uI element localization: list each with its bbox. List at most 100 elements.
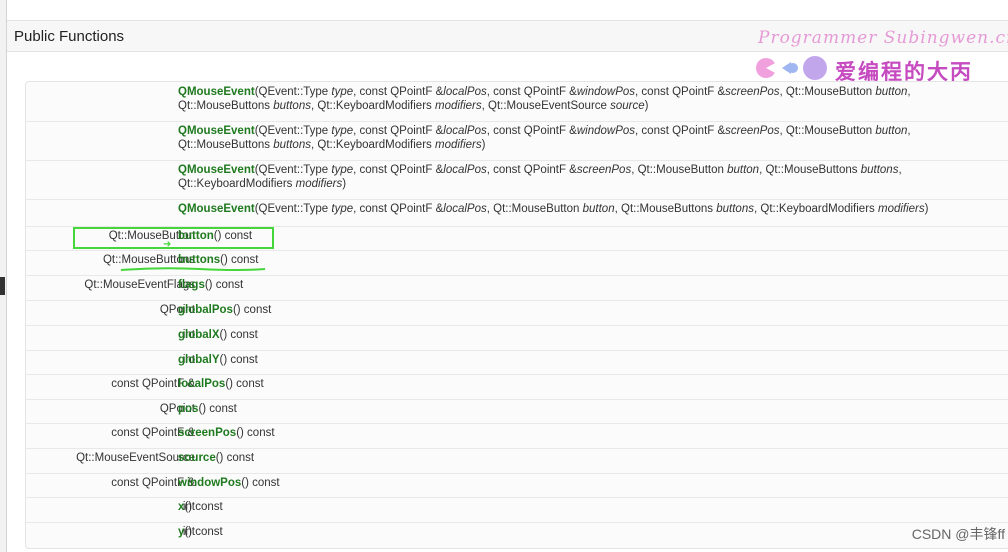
parameter-name: buttons	[860, 164, 899, 176]
signature-text: , Qt::MouseButton	[486, 203, 583, 215]
highlight-underline	[120, 267, 266, 271]
function-signature: x() const	[178, 500, 1002, 514]
signature-text: , const QPointF &	[353, 86, 444, 98]
watermark-logo-icon	[756, 56, 827, 80]
function-signature: globalY() const	[178, 353, 1002, 367]
parameter-name: type	[331, 203, 354, 215]
table-row: QMouseEvent(QEvent::Type type, const QPo…	[26, 82, 1008, 122]
signature-text: , Qt::MouseButton	[779, 125, 876, 137]
signature-text: , const QPointF &	[635, 86, 726, 98]
parameter-name: windowPos	[576, 86, 636, 98]
parameter-name: type	[331, 125, 354, 137]
highlight-arrow-icon: ➜	[163, 239, 172, 250]
parameter-name: modifiers	[434, 139, 482, 151]
signature-text: () const	[241, 477, 280, 489]
function-signature: source() const	[178, 451, 1002, 465]
parameter-name: type	[331, 86, 354, 98]
parameter-name: screenPos	[725, 86, 780, 98]
signature-text: () const	[225, 378, 264, 390]
function-link[interactable]: QMouseEvent	[178, 164, 255, 176]
parameter-name: modifiers	[295, 178, 343, 190]
function-link[interactable]: windowPos	[178, 477, 241, 489]
function-signature: QMouseEvent(QEvent::Type type, const QPo…	[178, 163, 1002, 191]
table-row: int y() const	[26, 522, 1008, 546]
function-link[interactable]: pos	[178, 403, 198, 415]
table-row: QMouseEvent(QEvent::Type type, const QPo…	[26, 121, 1008, 161]
function-link[interactable]: globalX	[178, 329, 220, 341]
function-link[interactable]: screenPos	[178, 427, 236, 439]
function-signature: QMouseEvent(QEvent::Type type, const QPo…	[178, 202, 1002, 216]
function-link[interactable]: QMouseEvent	[178, 86, 255, 98]
signature-text: () const	[219, 329, 258, 341]
function-signature: screenPos() const	[178, 426, 1002, 440]
signature-text: () const	[184, 526, 223, 538]
function-link[interactable]: QMouseEvent	[178, 203, 255, 215]
table-row: int globalY() const	[26, 350, 1008, 375]
signature-text: (QEvent::Type	[254, 164, 332, 176]
function-signature: pos() const	[178, 402, 1002, 416]
signature-text: (QEvent::Type	[254, 125, 332, 137]
signature-text: )	[481, 139, 486, 151]
signature-text: , Qt::KeyboardModifiers	[753, 203, 878, 215]
signature-text: )	[644, 100, 649, 112]
signature-text: , Qt::MouseButton	[631, 164, 728, 176]
parameter-name: buttons	[273, 139, 311, 151]
signature-text: , const QPointF &	[635, 125, 726, 137]
signature-text: , Qt::MouseButtons	[614, 203, 717, 215]
parameter-name: screenPos	[576, 164, 632, 176]
parameter-name: button	[582, 203, 615, 215]
signature-text: () const	[198, 403, 237, 415]
table-row: const QPointF & screenPos() const	[26, 423, 1008, 449]
function-link[interactable]: buttons	[178, 254, 220, 266]
function-signature: flags() const	[178, 278, 1002, 292]
signature-text: , const QPointF &	[353, 125, 444, 137]
section-title: Public Functions	[14, 28, 125, 45]
table-row: int globalX() const	[26, 325, 1008, 351]
parameter-name: modifiers	[434, 100, 482, 112]
parameter-name: localPos	[443, 164, 487, 176]
highlight-box	[73, 227, 274, 249]
watermark: Programmer Subingwen.cn 爱编程的大丙	[755, 28, 1008, 88]
parameter-name: localPos	[443, 86, 487, 98]
function-signature: QMouseEvent(QEvent::Type type, const QPo…	[178, 124, 1002, 152]
table-row: const QPointF & localPos() const	[26, 374, 1008, 400]
function-signature: windowPos() const	[178, 476, 1002, 490]
function-signature: QMouseEvent(QEvent::Type type, const QPo…	[178, 85, 1002, 113]
signature-text: , Qt::KeyboardModifiers	[310, 100, 435, 112]
signature-text: , const QPointF &	[486, 164, 577, 176]
signature-text: , Qt::KeyboardModifiers	[310, 139, 435, 151]
parameter-name: windowPos	[576, 125, 636, 137]
table-row: Qt::MouseEventSource source() const	[26, 448, 1008, 474]
signature-text: , const QPointF &	[353, 164, 444, 176]
left-window-strip	[0, 0, 7, 552]
parameter-name: buttons	[273, 100, 311, 112]
table-row: QPoint globalPos() const	[26, 300, 1008, 326]
parameter-name: type	[331, 164, 354, 176]
signature-text: )	[924, 203, 929, 215]
parameter-name: source	[610, 100, 645, 112]
parameter-name: buttons	[716, 203, 754, 215]
table-row: QMouseEvent(QEvent::Type type, const QPo…	[26, 160, 1008, 200]
watermark-latin: Programmer Subingwen.cn	[758, 28, 1008, 48]
function-link[interactable]: flags	[178, 279, 205, 291]
signature-text: () const	[219, 354, 258, 366]
table-row: int x() const	[26, 497, 1008, 523]
csdn-credit: CSDN @丰锋ff	[911, 526, 1005, 542]
function-link[interactable]: globalY	[178, 354, 220, 366]
signature-text: , Qt::MouseButtons	[759, 164, 861, 176]
parameter-name: button	[875, 86, 908, 98]
signature-text: , const QPointF &	[486, 125, 577, 137]
function-link[interactable]: globalPos	[178, 304, 233, 316]
function-link[interactable]: QMouseEvent	[178, 125, 255, 137]
function-signature: localPos() const	[178, 377, 1002, 391]
function-signature: globalX() const	[178, 328, 1002, 342]
signature-text: , const QPointF &	[486, 86, 577, 98]
parameter-name: button	[875, 125, 908, 137]
signature-text: () const	[236, 427, 275, 439]
signature-text: () const	[184, 501, 223, 513]
parameter-name: modifiers	[877, 203, 925, 215]
parameter-name: localPos	[443, 203, 487, 215]
function-signature: buttons() const	[178, 253, 1002, 267]
function-link[interactable]: source	[178, 452, 216, 464]
function-link[interactable]: localPos	[178, 378, 225, 390]
